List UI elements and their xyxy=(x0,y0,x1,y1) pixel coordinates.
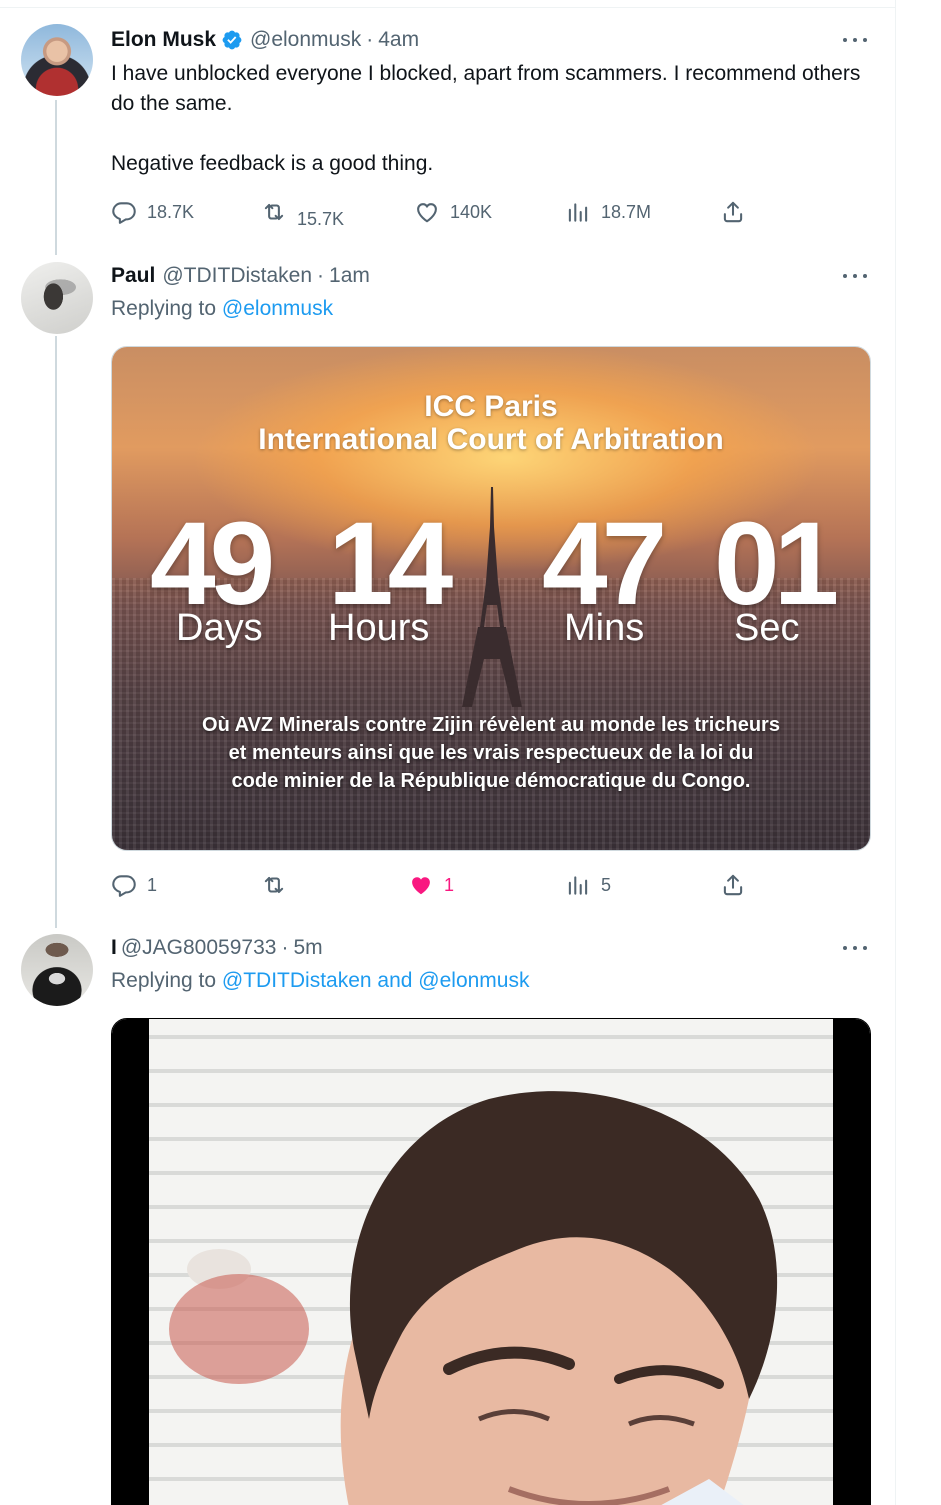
repost-icon xyxy=(264,203,284,221)
repost-button[interactable] xyxy=(261,870,297,900)
like-button[interactable]: 140K xyxy=(414,197,492,227)
share-button[interactable] xyxy=(720,197,746,227)
countdown-days-label: Days xyxy=(176,607,263,649)
tweet-text: I have unblocked everyone I blocked, apa… xyxy=(111,62,861,115)
more-options-icon[interactable] xyxy=(843,938,867,958)
divider xyxy=(0,7,896,8)
avatar[interactable] xyxy=(21,262,93,334)
tweet-actions: 1 1 5 xyxy=(111,870,751,900)
views-button[interactable]: 5 xyxy=(565,870,611,900)
separator: · xyxy=(317,264,325,287)
views-count: 18.7M xyxy=(601,201,652,222)
views-chart-icon xyxy=(568,876,588,895)
heart-icon xyxy=(417,203,437,223)
mention-link[interactable]: @TDITDistaken and @elonmusk xyxy=(222,969,530,992)
reply-button[interactable]: 18.7K xyxy=(111,197,194,227)
tweet-image[interactable]: ICC Paris International Court of Arbitra… xyxy=(111,346,871,851)
reply-count: 18.7K xyxy=(147,201,195,222)
tweet-text: Negative feedback is a good thing. xyxy=(111,152,434,175)
countdown-secs: 01 xyxy=(714,498,839,630)
replying-to-label: Replying to xyxy=(111,969,217,992)
heart-filled-icon xyxy=(412,877,430,895)
more-options-icon[interactable] xyxy=(843,30,867,50)
countdown-secs-label: Sec xyxy=(734,607,800,649)
reply-icon xyxy=(112,875,136,897)
reply-count: 1 xyxy=(147,874,158,895)
replying-to: Replying to @TDITDistaken and @elonmusk xyxy=(111,969,529,993)
image-subtitle: International Court of Arbitration xyxy=(258,423,724,456)
display-name[interactable]: Paul xyxy=(111,264,155,288)
timestamp[interactable]: 4am xyxy=(378,28,419,52)
views-chart-icon xyxy=(568,203,588,222)
separator: · xyxy=(281,936,289,959)
views-count: 5 xyxy=(601,874,612,895)
countdown-hours: 14 xyxy=(328,498,453,630)
image-caption-line: code minier de la République démocratiqu… xyxy=(231,770,751,792)
share-icon xyxy=(723,201,743,223)
like-count: 1 xyxy=(444,874,455,895)
eiffel-tower-graphic xyxy=(462,487,522,707)
image-caption-line: Où AVZ Minerals contre Zijin révèlent au… xyxy=(202,714,780,736)
handle[interactable]: @TDITDistaken xyxy=(162,264,312,288)
timestamp[interactable]: 1am xyxy=(329,264,370,288)
views-button[interactable]: 18.7M xyxy=(565,197,651,227)
reply-icon xyxy=(112,202,136,224)
repost-icon xyxy=(264,876,284,894)
countdown-hours-label: Hours xyxy=(328,607,430,649)
tweet-actions: 18.7K 15.7K 140K 18.7M xyxy=(111,197,751,229)
replying-to-label: Replying to xyxy=(111,297,217,320)
like-button-active[interactable]: 1 xyxy=(408,870,454,900)
image-caption-line: et menteurs ainsi que les vrais respectu… xyxy=(228,742,754,764)
reply-button[interactable]: 1 xyxy=(111,870,157,900)
display-name[interactable]: Elon Musk xyxy=(111,28,216,52)
replying-to: Replying to @elonmusk xyxy=(111,297,333,321)
countdown-mins: 47 xyxy=(542,498,667,630)
more-options-icon[interactable] xyxy=(843,266,867,286)
display-name[interactable]: I xyxy=(111,936,117,960)
avatar[interactable] xyxy=(21,24,93,96)
share-icon xyxy=(723,874,743,896)
like-count: 140K xyxy=(450,201,493,222)
thread-connector xyxy=(55,100,57,255)
separator: · xyxy=(366,28,374,51)
repost-button[interactable]: 15.7K xyxy=(261,197,345,229)
thread-connector xyxy=(55,336,57,928)
timestamp[interactable]: 5m xyxy=(293,936,322,960)
timeline-column: Elon Musk @elonmusk · 4am I have unblock… xyxy=(0,0,896,1505)
handle[interactable]: @JAG80059733 xyxy=(121,936,277,960)
countdown-mins-label: Mins xyxy=(564,607,645,649)
verified-badge-icon xyxy=(222,30,242,50)
mention-link[interactable]: @elonmusk xyxy=(222,297,333,320)
share-button[interactable] xyxy=(720,870,746,900)
countdown-days: 49 xyxy=(150,498,275,630)
repost-count: 15.7K xyxy=(297,208,345,229)
image-title: ICC Paris xyxy=(424,390,558,423)
avatar[interactable] xyxy=(21,934,93,1006)
gif-person-graphic xyxy=(169,1091,778,1505)
tweet-gif[interactable] xyxy=(111,1018,871,1505)
handle[interactable]: @elonmusk xyxy=(250,28,361,52)
